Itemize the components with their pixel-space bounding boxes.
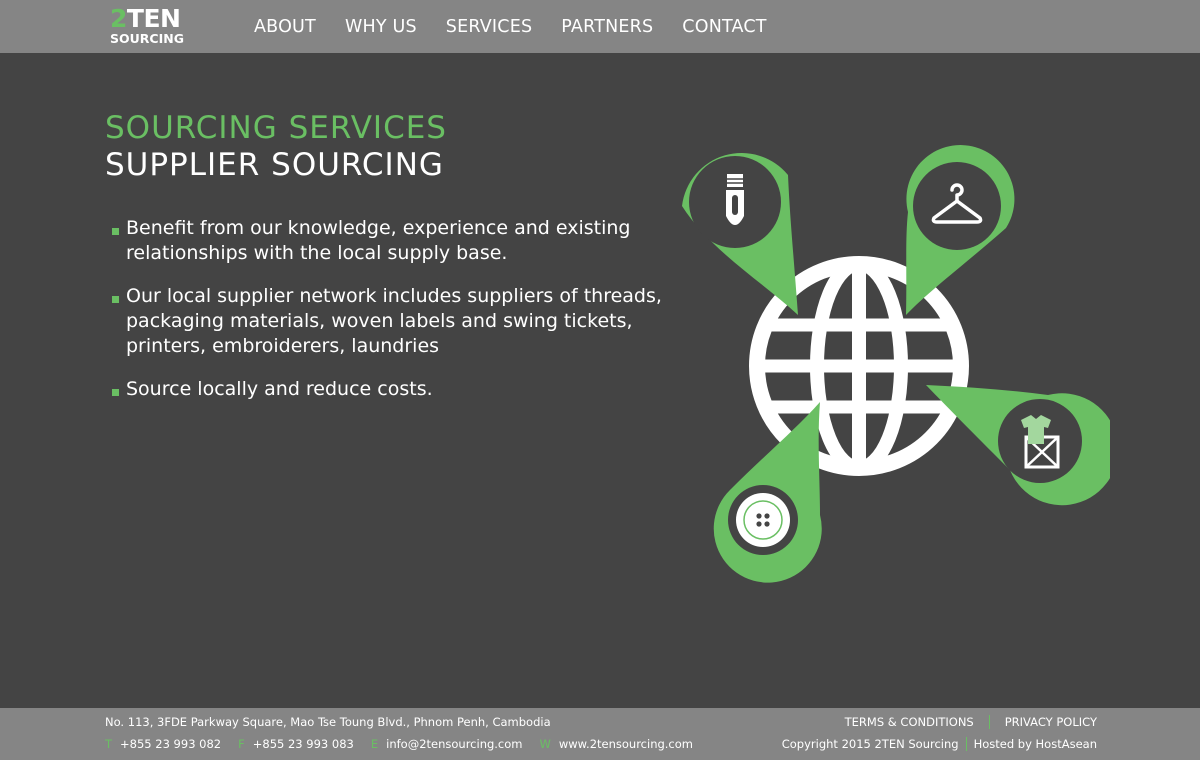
divider [965,737,967,751]
footer-copyright: Copyright 2015 2TEN Sourcing Hosted by H… [782,737,1097,751]
hanger-pin [906,145,1015,315]
footer-address: No. 113, 3FDE Parkway Square, Mao Tse To… [105,715,551,729]
privacy-link[interactable]: PRIVACY POLICY [1005,715,1097,729]
list-item-text: Benefit from our knowledge, experience a… [126,217,631,264]
nav-contact[interactable]: CONTACT [682,17,766,37]
list-item: Our local supplier network includes supp… [112,284,672,359]
main-nav: ABOUT WHY US SERVICES PARTNERS CONTACT [254,0,796,53]
hosted-by-link[interactable]: Hosted by HostAsean [974,737,1097,751]
contact-key: T [105,737,113,751]
terms-link[interactable]: TERMS & CONDITIONS [845,715,974,729]
nav-services[interactable]: SERVICES [446,17,533,37]
list-item-text: Our local supplier network includes supp… [126,285,662,357]
illustration-svg [682,145,1119,583]
top-header: 2TEN SOURCING ABOUT WHY US SERVICES PART… [0,0,1200,53]
button-pin [713,402,822,583]
nav-partners[interactable]: PARTNERS [561,17,653,37]
contact-website: W www.2tensourcing.com [540,737,694,751]
contact-key: E [370,737,379,751]
list-item: Source locally and reduce costs. [112,377,672,402]
contact-key: F [238,737,245,751]
website-link[interactable]: www.2tensourcing.com [559,737,693,751]
footer-legal-links: TERMS & CONDITIONS PRIVACY POLICY [845,715,1097,729]
zipper-icon [726,174,744,225]
list-item: Benefit from our knowledge, experience a… [112,216,672,266]
section-title: SOURCING SERVICES [105,110,447,146]
shirt-box-pin [926,385,1119,506]
logo[interactable]: 2TEN SOURCING [110,4,184,49]
contact-key: W [539,737,551,751]
contact-phone: T +855 23 993 082 [105,737,221,751]
logo-ten: TEN [126,4,181,33]
phone-number: +855 23 993 082 [120,737,222,751]
list-item-text: Source locally and reduce costs. [126,378,433,400]
fax-number: +855 23 993 083 [252,737,354,751]
footer-contacts: T +855 23 993 082 F +855 23 993 083 E in… [105,737,710,751]
email-link[interactable]: info@2tensourcing.com [386,737,522,751]
zipper-pin [682,153,798,315]
divider [988,715,990,729]
sourcing-illustration [660,140,1119,585]
logo-subtitle: SOURCING [110,31,184,46]
contact-email: E info@2tensourcing.com [371,737,523,751]
contact-fax: F +855 23 993 083 [238,737,354,751]
bullet-marker [112,228,119,235]
copyright-text: Copyright 2015 2TEN Sourcing [781,737,959,751]
site-footer: No. 113, 3FDE Parkway Square, Mao Tse To… [0,708,1200,760]
button-icon [736,493,790,547]
nav-about[interactable]: ABOUT [254,17,316,37]
nav-why-us[interactable]: WHY US [345,17,417,37]
logo-two: 2 [110,4,127,33]
bullet-marker [112,389,119,396]
logo-wordmark: 2TEN [110,4,181,33]
bullet-marker [112,296,119,303]
page-title: SUPPLIER SOURCING [105,147,444,183]
